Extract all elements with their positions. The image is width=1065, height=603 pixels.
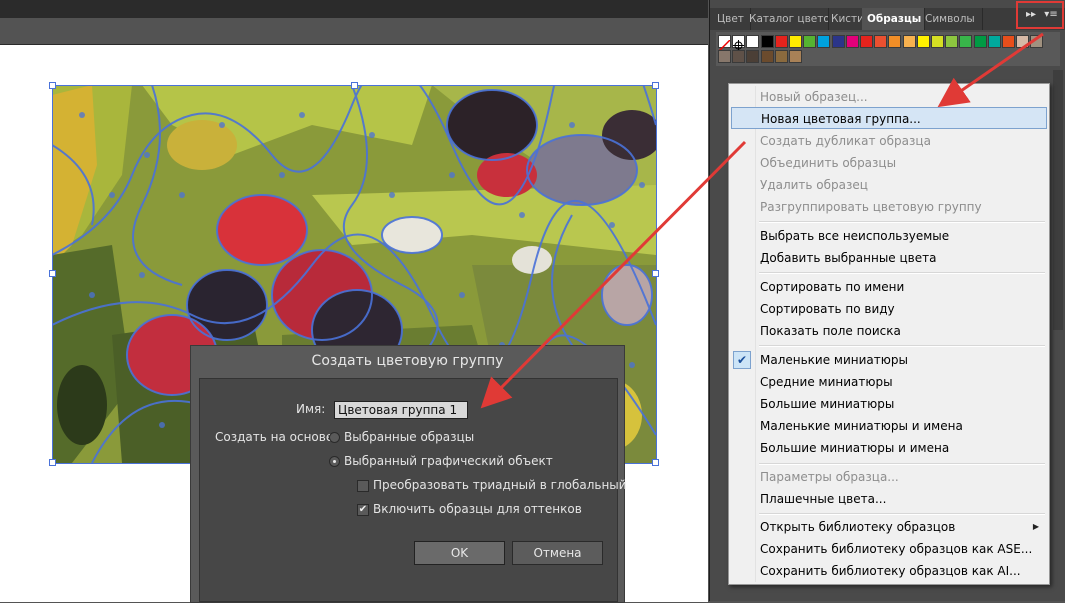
create-from-label: Создать на основе (215, 430, 334, 444)
color-swatch[interactable] (718, 50, 731, 63)
menu-item-ungroup-color-group[interactable]: Разгруппировать цветовую группу (731, 196, 1047, 218)
menu-item-show-find-field[interactable]: Показать поле поиска (731, 320, 1047, 342)
ok-button[interactable]: OK (414, 541, 505, 565)
document-tab-bar (0, 0, 708, 18)
menu-separator (759, 513, 1045, 515)
color-swatch[interactable] (746, 35, 760, 48)
color-swatch[interactable] (959, 35, 973, 48)
resize-handle-middle-right[interactable] (652, 270, 659, 277)
color-swatch[interactable] (774, 35, 788, 48)
menu-item-small-thumbnails[interactable]: ✔ Маленькие миниатюры (731, 349, 1047, 371)
color-swatch[interactable] (860, 35, 873, 48)
resize-handle-top-center[interactable] (351, 82, 358, 89)
color-swatch[interactable] (746, 50, 760, 63)
color-swatch[interactable] (831, 35, 845, 48)
none-swatch[interactable] (718, 35, 731, 52)
color-swatch[interactable] (774, 50, 788, 63)
resize-handle-bottom-left[interactable] (49, 459, 56, 466)
radio-selected-artwork[interactable] (329, 456, 340, 467)
name-label: Имя: (296, 402, 326, 416)
color-swatch[interactable] (902, 35, 916, 48)
color-swatch[interactable] (945, 35, 959, 48)
color-swatch[interactable] (789, 50, 802, 63)
swatch-grid (716, 32, 1060, 66)
menu-item-save-library-ase[interactable]: Сохранить библиотеку образцов как ASE... (731, 538, 1047, 560)
panel-scrollbar[interactable] (1053, 70, 1063, 330)
color-swatch[interactable] (874, 35, 888, 48)
panel-menu-icon[interactable]: ▾≡ (1042, 7, 1060, 23)
color-swatch[interactable] (888, 35, 902, 48)
swatches-panel-flyout-menu: Новый образец... Новая цветовая группа..… (728, 83, 1050, 585)
collapse-panel-icon[interactable]: ▸▸ (1022, 7, 1040, 23)
menu-item-large-thumbnails[interactable]: Большие миниатюры (731, 393, 1047, 415)
checkbox-convert-triad-label: Преобразовать триадный в глобальный (373, 478, 627, 492)
color-swatch[interactable] (760, 35, 774, 48)
menu-item-select-all-unused[interactable]: Выбрать все неиспользуемые (731, 225, 1047, 247)
color-swatch[interactable] (987, 35, 1001, 48)
menu-item-small-list[interactable]: Маленькие миниатюры и имена (731, 415, 1047, 437)
color-swatch[interactable] (789, 35, 802, 48)
color-swatch[interactable] (1016, 35, 1030, 48)
tab-swatches[interactable]: Образцы (862, 8, 925, 30)
color-swatch[interactable] (803, 35, 817, 48)
panel-tab-bar: Цвет Каталог цветов Кисти Образцы Символ… (710, 8, 1065, 30)
tab-symbols[interactable]: Символы (920, 8, 983, 30)
new-color-group-dialog: Создать цветовую группу Имя: Цветовая гр… (190, 345, 627, 603)
color-swatch[interactable] (1030, 35, 1044, 48)
radio-selected-swatches-label: Выбранные образцы (344, 430, 475, 444)
resize-handle-middle-left[interactable] (49, 270, 56, 277)
submenu-arrow-icon: ▶ (1032, 522, 1039, 531)
menu-item-sort-by-name[interactable]: Сортировать по имени (731, 276, 1047, 298)
menu-item-large-list[interactable]: Большие миниатюры и имена (731, 437, 1047, 459)
menu-item-save-library-ai[interactable]: Сохранить библиотеку образцов как AI... (731, 560, 1047, 582)
tab-color-guide[interactable]: Каталог цветов (744, 8, 829, 30)
color-swatch[interactable] (817, 35, 831, 48)
color-swatch[interactable] (845, 35, 859, 48)
checkbox-include-tints-label: Включить образцы для оттенков (373, 502, 582, 516)
menu-item-duplicate-swatch[interactable]: Создать дубликат образца (731, 130, 1047, 152)
menu-separator (759, 345, 1045, 347)
checkbox-include-tints[interactable]: ✔ (357, 504, 369, 516)
panel-menu-buttons-highlight: ▸▸ ▾≡ (1016, 1, 1064, 29)
menu-item-add-used-colors[interactable]: Добавить выбранные цвета (731, 247, 1047, 269)
menu-item-medium-thumbnails[interactable]: Средние миниатюры (731, 371, 1047, 393)
menu-item-sort-by-kind[interactable]: Сортировать по виду (731, 298, 1047, 320)
cancel-button[interactable]: Отмена (512, 541, 603, 565)
dialog-body: Имя: Цветовая группа 1 Создать на основе… (199, 378, 627, 602)
menu-separator (759, 463, 1045, 465)
menu-item-new-color-group[interactable]: Новая цветовая группа... (731, 107, 1047, 129)
menu-item-open-swatch-library[interactable]: Открыть библиотеку образцов ▶ (731, 516, 1047, 538)
menu-separator (759, 221, 1045, 223)
color-swatch[interactable] (916, 35, 930, 48)
menu-separator (759, 272, 1045, 274)
color-swatch[interactable] (1002, 35, 1015, 48)
radio-selected-swatches[interactable] (329, 432, 340, 443)
menu-item-delete-swatch[interactable]: Удалить образец (731, 174, 1047, 196)
menu-item-spot-colors[interactable]: Плашечные цвета... (731, 488, 1047, 510)
menu-item-small-thumbnails-label: Маленькие миниатюры (760, 353, 908, 367)
color-swatch[interactable] (760, 50, 774, 63)
registration-swatch[interactable] (732, 35, 745, 51)
checkbox-convert-triad[interactable] (357, 480, 369, 492)
menu-item-merge-swatches[interactable]: Объединить образцы (731, 152, 1047, 174)
color-group-name-input[interactable]: Цветовая группа 1 (334, 401, 468, 419)
menu-item-swatch-options[interactable]: Параметры образца... (731, 466, 1047, 488)
resize-handle-bottom-right[interactable] (652, 459, 659, 466)
color-swatch[interactable] (931, 35, 944, 48)
dialog-title: Создать цветовую группу (311, 353, 504, 369)
color-swatch[interactable] (732, 50, 746, 63)
checkmark-icon: ✔ (733, 351, 751, 369)
radio-selected-artwork-label: Выбранный графический объект (344, 454, 553, 468)
resize-handle-top-left[interactable] (49, 82, 56, 89)
menu-item-open-swatch-library-label: Открыть библиотеку образцов (760, 520, 956, 534)
resize-handle-top-right[interactable] (652, 82, 659, 89)
menu-item-new-swatch[interactable]: Новый образец... (731, 86, 1047, 108)
color-swatch[interactable] (973, 35, 987, 48)
